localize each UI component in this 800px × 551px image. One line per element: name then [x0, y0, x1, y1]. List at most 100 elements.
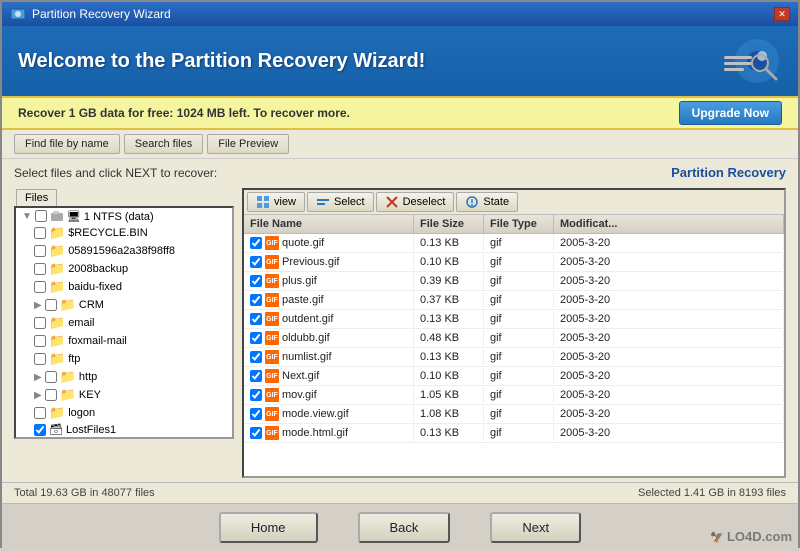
table-row[interactable]: GIF quote.gif 0.13 KB gif 2005-3-20 [244, 234, 784, 253]
tree-item-checkbox[interactable] [45, 371, 57, 383]
file-checkbox[interactable] [250, 332, 262, 344]
file-checkbox[interactable] [250, 408, 262, 420]
promo-bar: Recover 1 GB data for free: 1024 MB left… [2, 96, 798, 130]
tree-item-checkbox[interactable] [34, 227, 46, 239]
folder-icon: 📁 [49, 279, 65, 295]
tree-item-checkbox[interactable] [34, 407, 46, 419]
table-row[interactable]: GIF Next.gif 0.10 KB gif 2005-3-20 [244, 367, 784, 386]
table-row[interactable]: GIF mov.gif 1.05 KB gif 2005-3-20 [244, 386, 784, 405]
file-rows: GIF quote.gif 0.13 KB gif 2005-3-20 GIF … [244, 234, 784, 476]
tree-item-checkbox[interactable] [34, 245, 46, 257]
tree-item[interactable]: 📁 logon [16, 404, 232, 422]
table-row[interactable]: GIF Previous.gif 0.10 KB gif 2005-3-20 [244, 253, 784, 272]
file-type: gif [484, 292, 554, 308]
file-modified: 2005-3-20 [554, 273, 784, 289]
tree-item-label: http [79, 371, 97, 383]
folder-icon: 📁 [49, 225, 65, 241]
gif-icon: GIF [265, 388, 279, 402]
gif-icon: GIF [265, 255, 279, 269]
file-name: oldubb.gif [282, 332, 330, 344]
find-file-button[interactable]: Find file by name [14, 134, 120, 154]
tree-item-label: KEY [79, 389, 101, 401]
select-icon [316, 195, 330, 209]
file-tree-panel[interactable]: ▼ 🖥 1 NTFS (data) 📁 $RECYCLE.BIN 📁 05891… [14, 206, 234, 439]
state-button[interactable]: State [456, 192, 518, 212]
file-size: 0.39 KB [414, 273, 484, 289]
status-left: Total 19.63 GB in 48077 files [14, 487, 155, 499]
deselect-icon [385, 195, 399, 209]
folder-icon: 📁 [49, 333, 65, 349]
file-checkbox[interactable] [250, 427, 262, 439]
main-wrapper: Select files and click NEXT to recover: … [2, 159, 798, 482]
search-files-button[interactable]: Search files [124, 134, 203, 154]
file-checkbox[interactable] [250, 389, 262, 401]
folder-icon: 📁 [49, 351, 65, 367]
tree-item-checkbox[interactable] [34, 353, 46, 365]
view-label: view [274, 196, 296, 208]
view-button[interactable]: view [247, 192, 305, 212]
tree-item[interactable]: 📁 ftp [16, 350, 232, 368]
tree-item[interactable]: 📁 baidu-fixed [16, 278, 232, 296]
upgrade-button[interactable]: Upgrade Now [679, 101, 782, 125]
file-size: 0.13 KB [414, 425, 484, 441]
file-name: mov.gif [282, 389, 317, 401]
gif-icon: GIF [265, 369, 279, 383]
file-list-panel: view Select Deselect State File Name [242, 188, 786, 478]
file-name: mode.view.gif [282, 408, 349, 420]
file-name: plus.gif [282, 275, 317, 287]
deselect-button[interactable]: Deselect [376, 192, 455, 212]
tree-item-checkbox[interactable] [34, 335, 46, 347]
header-title: Welcome to the Partition Recovery Wizard… [18, 50, 425, 73]
tree-item-checkbox[interactable] [34, 424, 46, 436]
home-button[interactable]: Home [219, 512, 318, 543]
table-row[interactable]: GIF paste.gif 0.37 KB gif 2005-3-20 [244, 291, 784, 310]
tree-item-checkbox[interactable] [34, 317, 46, 329]
tree-item[interactable]: ▶ 📁 KEY [16, 386, 232, 404]
tree-item-checkbox[interactable] [34, 263, 46, 275]
select-button[interactable]: Select [307, 192, 374, 212]
col-header-size: File Size [414, 215, 484, 233]
close-button[interactable]: ✕ [774, 7, 790, 21]
table-row[interactable]: GIF mode.html.gif 0.13 KB gif 2005-3-20 [244, 424, 784, 443]
file-name: paste.gif [282, 294, 324, 306]
gif-icon: GIF [265, 426, 279, 440]
file-size: 0.10 KB [414, 368, 484, 384]
table-row[interactable]: GIF numlist.gif 0.13 KB gif 2005-3-20 [244, 348, 784, 367]
tree-item-checkbox[interactable] [34, 281, 46, 293]
file-checkbox[interactable] [250, 313, 262, 325]
file-checkbox[interactable] [250, 294, 262, 306]
tree-item-checkbox[interactable] [45, 299, 57, 311]
next-button[interactable]: Next [490, 512, 581, 543]
tree-item-checkbox[interactable] [45, 389, 57, 401]
tree-item[interactable]: 📁 2008backup [16, 260, 232, 278]
file-preview-button[interactable]: File Preview [207, 134, 289, 154]
file-checkbox[interactable] [250, 370, 262, 382]
folder-icon: 📁 [49, 405, 65, 421]
view-icon [256, 195, 270, 209]
file-size: 0.48 KB [414, 330, 484, 346]
file-checkbox[interactable] [250, 256, 262, 268]
tree-item[interactable]: 📁 email [16, 314, 232, 332]
tree-item[interactable]: ▶ 📁 http [16, 368, 232, 386]
table-row[interactable]: GIF mode.view.gif 1.08 KB gif 2005-3-20 [244, 405, 784, 424]
file-modified: 2005-3-20 [554, 425, 784, 441]
tree-root[interactable]: ▼ 🖥 1 NTFS (data) [16, 208, 232, 224]
tree-item[interactable]: 📁 $RECYCLE.BIN [16, 224, 232, 242]
file-checkbox[interactable] [250, 237, 262, 249]
tree-item[interactable]: 📁 05891596a2a38f98ff8 [16, 242, 232, 260]
file-modified: 2005-3-20 [554, 254, 784, 270]
tree-item[interactable]: ▶ 📁 CRM [16, 296, 232, 314]
back-button[interactable]: Back [358, 512, 451, 543]
table-row[interactable]: GIF outdent.gif 0.13 KB gif 2005-3-20 [244, 310, 784, 329]
tree-item[interactable]: 📁 foxmail-mail [16, 332, 232, 350]
file-name: Previous.gif [282, 256, 339, 268]
folder-icon: 📁 [49, 315, 65, 331]
table-row[interactable]: GIF oldubb.gif 0.48 KB gif 2005-3-20 [244, 329, 784, 348]
file-checkbox[interactable] [250, 351, 262, 363]
file-size: 1.05 KB [414, 387, 484, 403]
table-row[interactable]: GIF plus.gif 0.39 KB gif 2005-3-20 [244, 272, 784, 291]
file-checkbox[interactable] [250, 275, 262, 287]
tree-item[interactable]: 🗃 LostFiles1 [16, 422, 232, 437]
files-tab[interactable]: Files [16, 189, 57, 206]
tree-root-checkbox[interactable] [35, 210, 47, 222]
